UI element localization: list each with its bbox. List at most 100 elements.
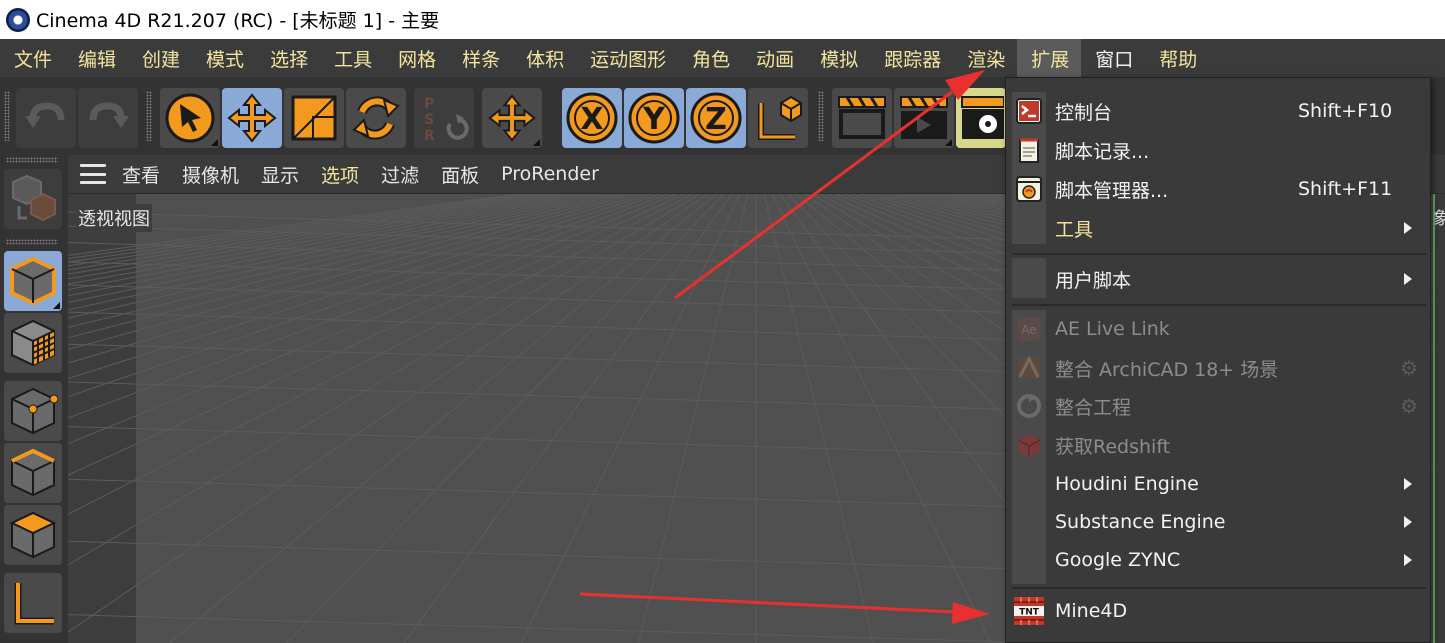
menu-item-get-redshift: 获取Redshift	[1006, 426, 1430, 464]
menu-item-label: 整合 ArchiCAD 18+ 场景	[1055, 358, 1279, 381]
viewport-menu-options[interactable]: 选项	[321, 161, 370, 188]
render-picture-viewer-icon	[900, 96, 948, 139]
axis-mode-button[interactable]	[4, 573, 62, 633]
menu-simulate[interactable]: 模拟	[806, 39, 870, 77]
viewport-menu-view[interactable]: 查看	[122, 161, 171, 188]
options-gear-icon[interactable]: ⚙	[1400, 356, 1418, 380]
menu-window[interactable]: 窗口	[1081, 39, 1145, 77]
menu-item-houdini-engine[interactable]: Houdini Engine	[1006, 465, 1430, 503]
make-editable-icon	[12, 174, 56, 222]
edge-mode-icon	[11, 448, 55, 497]
palette-grip[interactable]	[6, 157, 58, 163]
menu-item-shortcut: Shift+F11	[1298, 178, 1393, 200]
world-coordinates-icon	[758, 95, 802, 140]
menu-item-label: AE Live Link	[1055, 318, 1170, 340]
scale-button[interactable]	[284, 88, 344, 148]
menu-character[interactable]: 角色	[678, 39, 742, 77]
menu-mode[interactable]: 模式	[192, 39, 256, 77]
menu-item-user-scripts[interactable]: 用户脚本	[1006, 260, 1430, 298]
submenu-arrow-icon	[1404, 554, 1412, 566]
menu-item-google-zync[interactable]: Google ZYNC	[1006, 541, 1430, 579]
transform-button[interactable]	[482, 88, 542, 148]
rotate-button[interactable]	[346, 88, 406, 148]
merge-project-icon	[1012, 389, 1046, 423]
menu-item-label: Houdini Engine	[1055, 473, 1199, 495]
menu-item-script-manager[interactable]: 脚本管理器... Shift+F11	[1006, 170, 1430, 208]
svg-text:S: S	[424, 112, 434, 128]
submenu-arrow-icon	[1404, 516, 1412, 528]
menu-item-label: 脚本记录...	[1055, 140, 1150, 163]
menu-select[interactable]: 选择	[256, 39, 320, 77]
redo-button[interactable]	[78, 88, 138, 148]
svg-text:TNT: TNT	[1019, 608, 1040, 618]
svg-text:Ae: Ae	[1021, 323, 1036, 337]
x-axis-lock-button[interactable]: X	[562, 88, 622, 148]
menu-create[interactable]: 创建	[128, 39, 192, 77]
menu-separator	[1012, 587, 1426, 589]
toolbar-grip[interactable]	[818, 91, 824, 141]
world-coordinates-button[interactable]	[748, 88, 808, 148]
texture-mode-button[interactable]	[4, 313, 62, 373]
y-axis-lock-icon: Y	[628, 92, 680, 144]
menu-spline[interactable]: 样条	[448, 39, 512, 77]
menu-volume[interactable]: 体积	[512, 39, 576, 77]
menu-file[interactable]: 文件	[0, 39, 64, 77]
menu-mograph[interactable]: 运动图形	[576, 39, 678, 77]
hamburger-menu-icon[interactable]	[80, 164, 106, 184]
render-view-icon	[838, 96, 886, 139]
menu-edit[interactable]: 编辑	[64, 39, 128, 77]
viewport-menu-panel[interactable]: 面板	[441, 161, 490, 188]
x-axis-lock-icon: X	[566, 92, 618, 144]
mode-palette	[0, 155, 68, 643]
menu-extensions[interactable]: 扩展	[1017, 39, 1082, 77]
window-title: Cinema 4D R21.207 (RC) - [未标题 1] - 主要	[36, 10, 440, 32]
redshift-icon	[1012, 428, 1046, 462]
script-manager-icon	[1012, 172, 1046, 206]
menu-tracker[interactable]: 跟踪器	[870, 39, 953, 77]
z-axis-lock-icon: Z	[690, 92, 742, 144]
move-button[interactable]	[222, 88, 282, 148]
menu-animate[interactable]: 动画	[742, 39, 806, 77]
viewport-menu-cameras[interactable]: 摄像机	[182, 161, 250, 188]
palette-grip[interactable]	[6, 239, 58, 245]
viewport-menu-display[interactable]: 显示	[261, 161, 310, 188]
menu-mesh[interactable]: 网格	[384, 39, 448, 77]
undo-button[interactable]	[16, 88, 76, 148]
toolbar-grip[interactable]	[4, 91, 10, 141]
menu-item-tools[interactable]: 工具	[1006, 209, 1430, 247]
render-picture-viewer-button[interactable]	[894, 88, 954, 148]
svg-text:Y: Y	[642, 102, 666, 137]
render-settings-button[interactable]	[956, 88, 1006, 148]
menu-item-script-log[interactable]: 脚本记录...	[1006, 131, 1430, 169]
render-settings-icon	[961, 96, 1004, 139]
render-view-button[interactable]	[832, 88, 892, 148]
live-selection-button[interactable]	[160, 88, 220, 148]
menu-item-label: 控制台	[1055, 101, 1113, 124]
viewport-menu-filter[interactable]: 过滤	[381, 161, 430, 188]
make-editable-button[interactable]	[4, 169, 62, 229]
point-mode-icon	[11, 387, 58, 435]
menu-tools[interactable]: 工具	[320, 39, 384, 77]
menu-item-substance-engine[interactable]: Substance Engine	[1006, 503, 1430, 541]
menu-item-mine4d[interactable]: TNT Mine4D	[1006, 592, 1430, 630]
point-mode-button[interactable]	[4, 381, 62, 441]
toolbar-grip[interactable]	[146, 91, 152, 141]
y-axis-lock-button[interactable]: Y	[624, 88, 684, 148]
model-mode-icon	[10, 256, 56, 306]
tnt-icon: TNT	[1012, 594, 1046, 628]
polygon-mode-button[interactable]	[4, 505, 62, 565]
model-mode-button[interactable]	[4, 251, 62, 311]
edge-mode-button[interactable]	[4, 443, 62, 503]
menu-separator	[1012, 304, 1426, 306]
script-log-icon	[1012, 133, 1046, 167]
menu-item-console[interactable]: 控制台 Shift+F10	[1006, 92, 1430, 130]
viewport-menu-prorender[interactable]: ProRender	[501, 163, 610, 185]
menu-help[interactable]: 帮助	[1145, 39, 1209, 77]
cinema4d-logo-icon	[6, 7, 30, 32]
options-gear-icon[interactable]: ⚙	[1400, 394, 1418, 418]
menu-item-label: 脚本管理器...	[1055, 179, 1169, 202]
menu-render[interactable]: 渲染	[953, 39, 1017, 77]
submenu-arrow-icon	[1404, 222, 1412, 234]
psr-button[interactable]: P S R	[414, 88, 474, 148]
z-axis-lock-button[interactable]: Z	[686, 88, 746, 148]
